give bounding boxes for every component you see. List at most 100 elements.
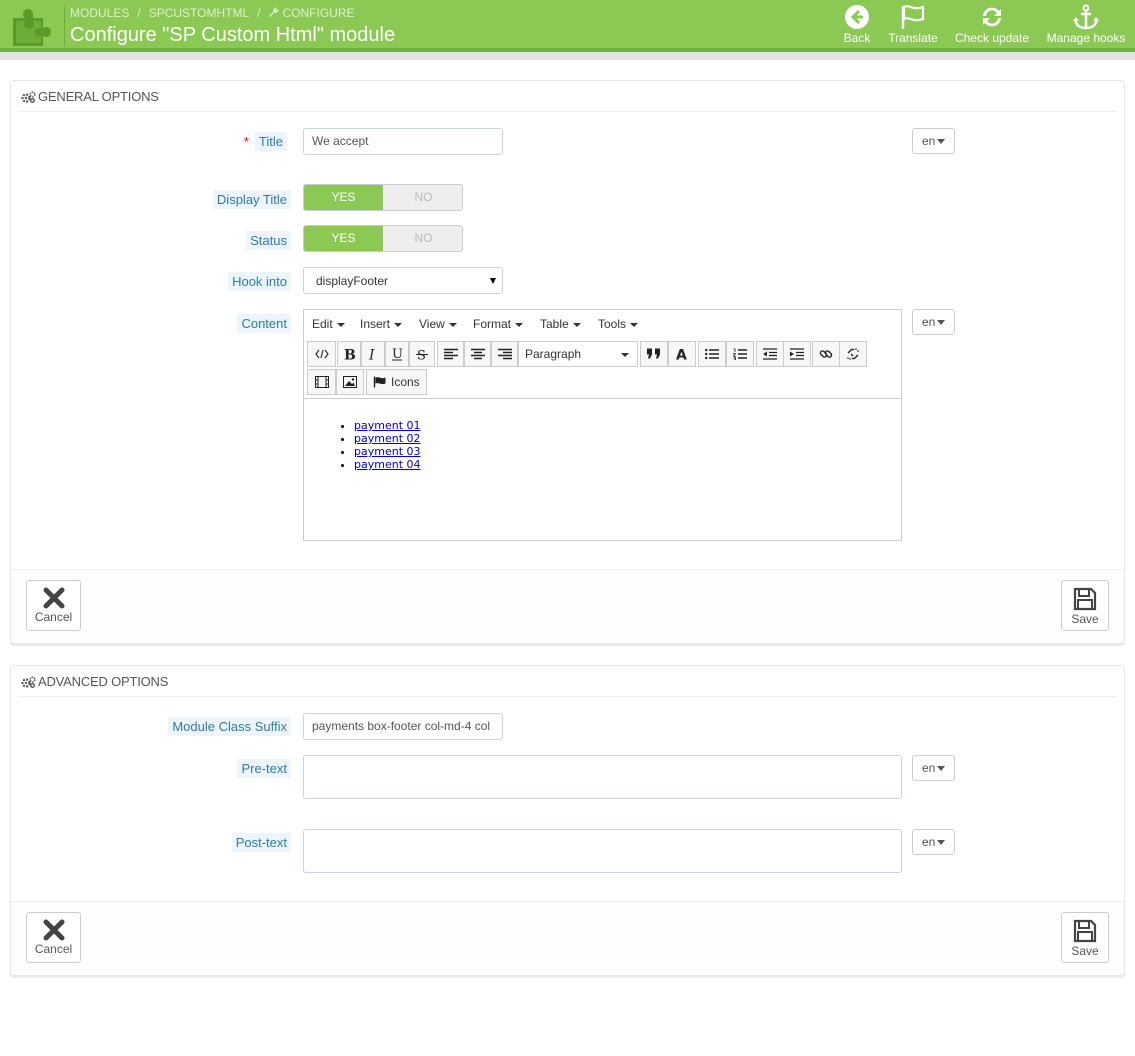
manage-hooks-label: Manage hooks	[1046, 31, 1126, 45]
menu-edit[interactable]: Edit	[312, 317, 345, 331]
anchor-icon	[1073, 4, 1099, 30]
flag-icon	[373, 376, 386, 388]
unlink-button[interactable]	[839, 341, 867, 367]
language-code: en	[922, 315, 936, 329]
blockquote-button[interactable]	[640, 341, 668, 367]
header-divider	[64, 6, 65, 46]
insert-video-button[interactable]	[307, 369, 336, 395]
title-input[interactable]: We accept	[303, 128, 503, 155]
display-title-no[interactable]: NO	[384, 185, 462, 210]
select-arrow-icon	[490, 278, 496, 284]
display-title-switch[interactable]: YES NO	[303, 184, 463, 211]
back-circle-icon	[845, 5, 869, 29]
list-item: payment 04	[354, 458, 901, 471]
insert-image-button[interactable]	[336, 369, 364, 395]
menu-format[interactable]: Format	[473, 317, 524, 331]
payment-link[interactable]: payment 04	[354, 458, 421, 471]
breadcrumb: MODULES / SPCUSTOMHTML / CONFIGURE	[70, 5, 355, 20]
insert-icons-button[interactable]: Icons	[366, 369, 427, 395]
bullet-list-button[interactable]	[698, 341, 726, 367]
save-button[interactable]: Save	[1061, 580, 1109, 631]
panel-footer: Cancel Save	[11, 569, 1124, 643]
content-label: Content	[237, 314, 291, 333]
caret-down-icon	[621, 353, 629, 357]
translate-label: Translate	[888, 31, 938, 45]
payment-link[interactable]: payment 03	[354, 445, 421, 458]
translate-button[interactable]: Translate	[885, 4, 941, 45]
breadcrumb-module[interactable]: SPCUSTOMHTML	[149, 6, 249, 20]
block-format-select[interactable]: Paragraph	[518, 341, 638, 367]
outdent-button[interactable]	[756, 341, 784, 367]
unlink-icon	[847, 348, 859, 360]
text-color-icon: A	[676, 348, 687, 361]
status-no[interactable]: NO	[384, 226, 462, 251]
breadcrumb-modules[interactable]: MODULES	[70, 6, 129, 20]
numbered-list-button[interactable]	[726, 341, 754, 367]
underline-button[interactable]: U	[385, 341, 409, 367]
menu-format-label: Format	[473, 317, 512, 331]
insert-link-button[interactable]	[812, 341, 840, 367]
list-item: payment 03	[354, 445, 901, 458]
status-yes[interactable]: YES	[304, 226, 383, 251]
save-label: Save	[1071, 944, 1099, 958]
display-title-yes[interactable]: YES	[304, 185, 383, 210]
indent-button[interactable]	[783, 341, 811, 367]
language-code: en	[922, 761, 936, 775]
align-right-icon	[497, 348, 512, 360]
text-color-button[interactable]: A	[668, 341, 696, 367]
indent-icon	[790, 348, 804, 360]
film-icon	[314, 376, 329, 388]
menu-edit-label: Edit	[312, 317, 333, 331]
panel-title: GENERAL OPTIONS	[38, 89, 159, 104]
menu-view-label: View	[419, 317, 445, 331]
italic-button[interactable]: I	[361, 341, 385, 367]
save-button[interactable]: Save	[1061, 912, 1109, 963]
bold-icon: B	[344, 348, 355, 361]
menu-table-label: Table	[540, 317, 569, 331]
payment-link[interactable]: payment 01	[354, 419, 421, 432]
menu-insert[interactable]: Insert	[360, 317, 403, 331]
editor-menubar: Edit Insert View Format Table Tools	[304, 310, 901, 339]
source-code-button[interactable]	[307, 341, 336, 367]
caret-down-icon	[937, 766, 946, 772]
editor-content-area[interactable]: payment 01 payment 02 payment 03 payment…	[304, 398, 901, 540]
align-left-button[interactable]	[437, 341, 464, 367]
close-icon	[43, 587, 64, 609]
pre-text-textarea[interactable]	[303, 755, 902, 799]
page-header: MODULES / SPCUSTOMHTML / CONFIGURE Configure…	[0, 0, 1135, 52]
header-subbar	[0, 52, 1135, 60]
cancel-button[interactable]: Cancel	[26, 912, 81, 963]
payment-link[interactable]: payment 02	[354, 432, 421, 445]
menu-tools[interactable]: Tools	[598, 317, 639, 331]
post-text-textarea[interactable]	[303, 829, 902, 873]
title-language-dropdown[interactable]: en	[912, 128, 955, 154]
module-class-suffix-input[interactable]: payments box-footer col-md-4 col	[303, 713, 503, 740]
language-code: en	[922, 134, 936, 148]
align-center-button[interactable]	[464, 341, 491, 367]
title-label: * Title	[240, 132, 291, 151]
hook-into-select[interactable]: displayFooter	[303, 267, 503, 294]
svg-text:B: B	[344, 348, 355, 361]
content-language-dropdown[interactable]: en	[912, 309, 955, 335]
menu-view[interactable]: View	[419, 317, 457, 331]
save-icon	[1073, 587, 1097, 611]
pre-text-language-dropdown[interactable]: en	[912, 755, 955, 781]
bold-button[interactable]: B	[337, 341, 361, 367]
cancel-label: Cancel	[34, 942, 73, 956]
back-button[interactable]: Back	[842, 4, 872, 45]
menu-tools-label: Tools	[598, 317, 627, 331]
align-right-button[interactable]	[491, 341, 518, 367]
manage-hooks-button[interactable]: Manage hooks	[1044, 4, 1128, 45]
link-icon	[819, 350, 833, 358]
svg-text:A: A	[676, 348, 687, 361]
cancel-button[interactable]: Cancel	[26, 580, 81, 631]
title-label-text: Title	[254, 132, 287, 151]
post-text-language-dropdown[interactable]: en	[912, 829, 955, 855]
strikethrough-button[interactable]: S	[409, 341, 435, 367]
align-center-icon	[470, 348, 485, 360]
panel-heading: GENERAL OPTIONS	[19, 81, 1116, 112]
menu-table[interactable]: Table	[540, 317, 581, 331]
check-update-label: Check update	[954, 31, 1030, 45]
status-switch[interactable]: YES NO	[303, 225, 463, 252]
check-update-button[interactable]: Check update	[952, 4, 1032, 45]
